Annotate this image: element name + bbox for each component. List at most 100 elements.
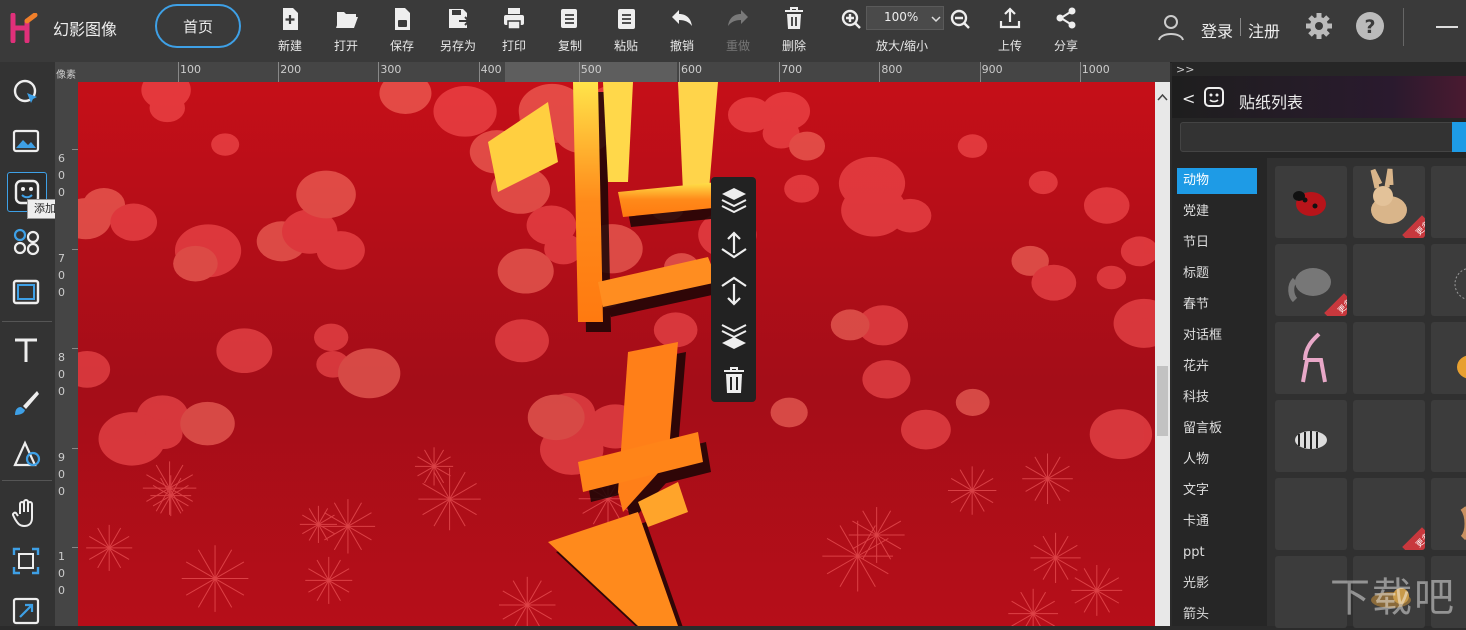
sticker-category-item[interactable]: 对话框 <box>1177 323 1257 349</box>
tool-image[interactable] <box>7 122 45 160</box>
scrollbar-thumb[interactable] <box>1157 366 1168 436</box>
new-file-button[interactable]: 新建 <box>265 4 315 58</box>
zoom-out-icon[interactable] <box>950 9 970 33</box>
design-canvas[interactable] <box>78 82 1155 626</box>
copy-button[interactable]: 复制 <box>545 4 595 58</box>
paste-button[interactable]: 粘贴 <box>601 4 651 58</box>
sticker-thumbnail[interactable] <box>1431 400 1466 472</box>
sticker-thumbnail[interactable] <box>1353 400 1425 472</box>
ruler-tick-label: 0 <box>58 484 65 498</box>
sticker-search-input[interactable] <box>1180 122 1466 152</box>
tool-vector-shape[interactable] <box>7 435 45 473</box>
sticker-category-item[interactable]: 标题 <box>1177 261 1257 287</box>
move-up-layer-icon[interactable] <box>720 231 748 265</box>
ruler-tick-label: 300 <box>380 63 402 76</box>
share-button[interactable]: 分享 <box>1041 4 1091 58</box>
search-button[interactable] <box>1452 122 1466 152</box>
sticker-thumbnail[interactable] <box>1275 166 1347 238</box>
send-to-back-icon[interactable] <box>720 321 748 355</box>
user-avatar-icon[interactable] <box>1156 12 1186 46</box>
toolbar-label: 复制 <box>557 39 582 53</box>
sticker-category-item[interactable]: 花卉 <box>1177 354 1257 380</box>
sticker-thumbnail[interactable] <box>1431 166 1466 238</box>
ruler-tick-label: 200 <box>280 63 302 76</box>
ruler-tick-label: 0 <box>58 169 65 182</box>
tool-frame[interactable] <box>7 273 45 311</box>
chevron-down-icon[interactable] <box>930 10 942 29</box>
sticker-category-item[interactable]: 春节 <box>1177 292 1257 318</box>
minimize-icon[interactable] <box>1436 26 1458 28</box>
sticker-thumbnail[interactable] <box>1275 322 1347 394</box>
sticker-thumbnail[interactable]: 更多 <box>1353 478 1425 550</box>
print-button[interactable]: 打印 <box>489 4 539 58</box>
sticker-category-item[interactable]: ppt <box>1177 540 1257 566</box>
sticker-category-item[interactable]: 文字 <box>1177 478 1257 504</box>
lantern-decoration <box>1089 409 1153 460</box>
tool-brush[interactable] <box>7 384 45 422</box>
home-button[interactable]: 首页 <box>155 4 241 48</box>
sticker-category-item[interactable]: 留言板 <box>1177 416 1257 442</box>
trash-button[interactable]: 删除 <box>769 4 819 58</box>
help-icon[interactable]: ? <box>1355 11 1385 45</box>
bring-to-front-icon[interactable] <box>720 186 748 220</box>
toolbar-label: 打印 <box>501 39 526 53</box>
redo-button[interactable]: 重做 <box>713 4 763 58</box>
settings-gear-icon[interactable] <box>1304 11 1334 45</box>
lantern-decoration <box>527 394 585 441</box>
upload-button[interactable]: 上传 <box>985 4 1035 58</box>
tool-shapes[interactable] <box>7 222 45 260</box>
tool-crop[interactable] <box>7 542 45 580</box>
tool-hand[interactable] <box>7 494 45 532</box>
toolbar-label: 另存为 <box>439 39 476 53</box>
zoom-value: 100% <box>884 10 919 24</box>
move-down-layer-icon[interactable] <box>720 276 748 310</box>
sticker-thumbnail[interactable]: 更多 <box>1353 166 1425 238</box>
sticker-category-item[interactable]: 节日 <box>1177 230 1257 256</box>
sticker-image-icon <box>1295 431 1327 449</box>
frame-icon <box>12 279 40 305</box>
firework-decoration <box>142 461 197 515</box>
vertical-scrollbar[interactable] <box>1155 82 1170 626</box>
undo-button[interactable]: 撤销 <box>657 4 707 58</box>
sticker-thumbnail[interactable] <box>1431 244 1466 316</box>
ruler-tick-label: 0 <box>58 385 65 398</box>
sticker-category-item[interactable]: 箭头 <box>1177 602 1257 628</box>
sticker-thumbnail[interactable]: 更多 <box>1275 244 1347 316</box>
sticker-category-item[interactable]: 党建 <box>1177 199 1257 225</box>
back-button[interactable]: < <box>1182 89 1195 108</box>
ruler-tick <box>178 62 179 82</box>
delete-layer-icon[interactable] <box>722 366 746 398</box>
sticker-image-icon <box>1457 355 1466 379</box>
undo-icon <box>672 10 692 26</box>
sticker-image-icon <box>1293 191 1326 216</box>
sticker-thumbnail[interactable] <box>1275 478 1347 550</box>
register-link[interactable]: 注册 <box>1248 18 1280 42</box>
tool-select[interactable] <box>7 73 45 111</box>
sticker-category-item[interactable]: 科技 <box>1177 385 1257 411</box>
scroll-up-icon[interactable] <box>1157 86 1168 105</box>
panel-collapse-button[interactable]: >> <box>1176 63 1194 76</box>
firework-decoration <box>299 505 337 543</box>
sticker-category-item[interactable]: 卡通 <box>1177 509 1257 535</box>
sticker-category-item[interactable]: 人物 <box>1177 447 1257 473</box>
sticker-thumbnail[interactable] <box>1275 400 1347 472</box>
tool-text[interactable] <box>7 331 45 369</box>
new-file-icon <box>283 8 298 30</box>
sticker-thumbnail[interactable] <box>1353 244 1425 316</box>
sticker-thumbnail[interactable] <box>1431 322 1466 394</box>
sticker-thumbnail[interactable] <box>1431 478 1466 550</box>
zoom-in-icon[interactable] <box>841 9 861 33</box>
save-button[interactable]: 保存 <box>377 4 427 58</box>
folder-open-button[interactable]: 打开 <box>321 4 371 58</box>
panel-title: 贴纸列表 <box>1239 93 1304 112</box>
tool-resize[interactable] <box>7 592 45 630</box>
save-as-button[interactable]: 另存为 <box>433 4 483 58</box>
login-link[interactable]: 登录 <box>1201 18 1233 42</box>
lantern-decoration <box>1028 170 1058 195</box>
sticker-category-item[interactable]: 光影 <box>1177 571 1257 597</box>
sticker-thumbnail[interactable] <box>1353 322 1425 394</box>
toolbar-label: 粘贴 <box>613 39 638 53</box>
lantern-decoration <box>862 360 911 399</box>
sticker-category-item[interactable]: 动物 <box>1177 168 1257 194</box>
image-icon <box>12 129 40 153</box>
